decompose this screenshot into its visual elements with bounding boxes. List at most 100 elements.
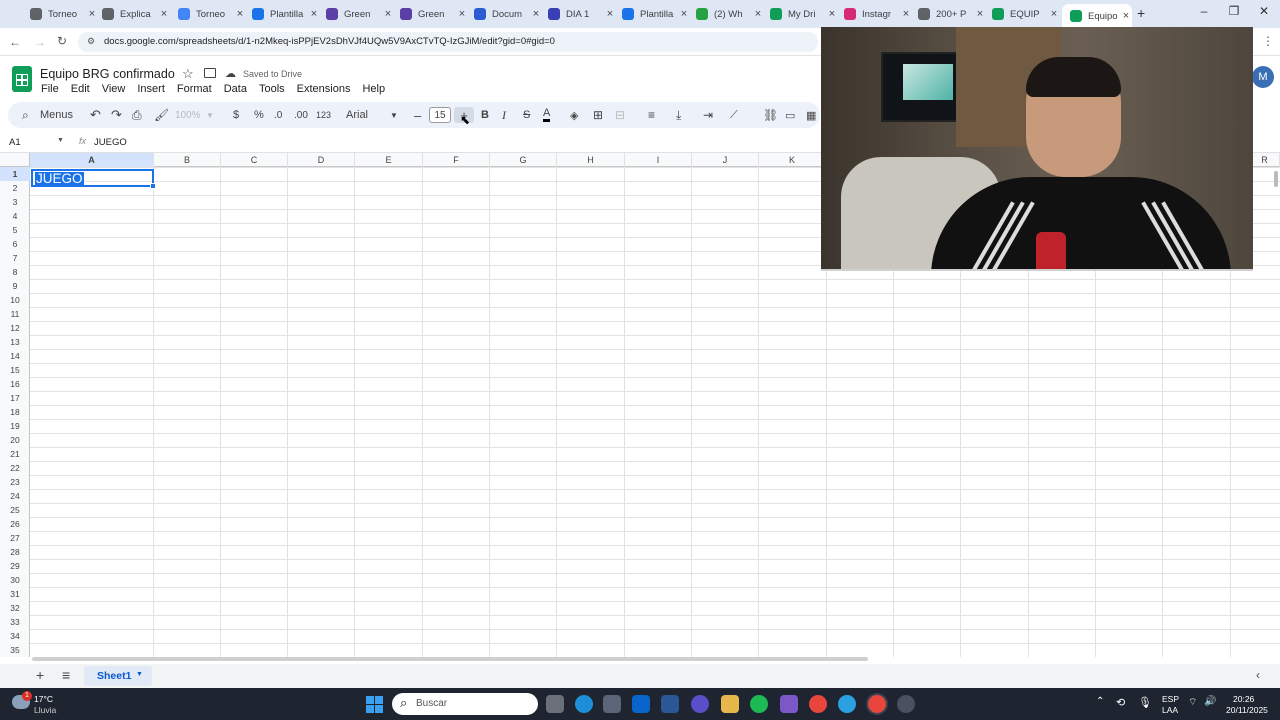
browser-tab[interactable]: DIA 1 × xyxy=(548,4,616,24)
tab-close-icon[interactable]: × xyxy=(974,8,986,20)
maximize-icon[interactable]: ❐ xyxy=(1220,4,1248,22)
clock-date[interactable]: 20/11/2025 xyxy=(1226,705,1268,715)
row-header[interactable]: 15 xyxy=(0,363,30,377)
zoom-chevron-icon[interactable]: ▼ xyxy=(206,107,214,123)
row-header[interactable]: 7 xyxy=(0,251,30,265)
tab-close-icon[interactable]: × xyxy=(826,8,838,20)
italic-button[interactable]: I xyxy=(502,107,506,123)
row-header[interactable]: 22 xyxy=(0,461,30,475)
avatar[interactable]: M xyxy=(1252,66,1274,88)
wifi-icon[interactable]: ⌔ xyxy=(1188,696,1197,709)
star-icon[interactable]: ☆ xyxy=(182,66,194,82)
word-icon[interactable] xyxy=(661,695,679,713)
tray-chevron-icon[interactable]: ⌃ xyxy=(1096,696,1104,707)
telegram-icon[interactable] xyxy=(838,695,856,713)
insert-comment-icon[interactable]: ▭ xyxy=(785,107,795,123)
row-header[interactable]: 25 xyxy=(0,503,30,517)
windows-start-icon[interactable] xyxy=(366,696,383,713)
column-header[interactable]: J xyxy=(692,153,759,167)
select-all-corner[interactable] xyxy=(0,153,30,167)
outlook-icon[interactable] xyxy=(632,695,650,713)
column-header[interactable]: K xyxy=(759,153,826,167)
vertical-align-icon[interactable]: ⤓ xyxy=(676,107,681,123)
row-header[interactable]: 6 xyxy=(0,237,30,251)
menu-data[interactable]: Data xyxy=(224,83,247,95)
menu-extensions[interactable]: Extensions xyxy=(297,83,351,95)
chrome-active-icon[interactable] xyxy=(868,695,886,713)
undo-icon[interactable]: ↶ xyxy=(90,107,101,123)
font-size-input[interactable]: 15 xyxy=(429,107,451,123)
menu-edit[interactable]: Edit xyxy=(71,83,90,95)
row-header[interactable]: 10 xyxy=(0,293,30,307)
font-select[interactable]: Arial xyxy=(346,107,368,123)
row-header[interactable]: 28 xyxy=(0,545,30,559)
row-header[interactable]: 5 xyxy=(0,223,30,237)
browser-tab[interactable]: Plantilla × xyxy=(252,4,320,24)
language-code[interactable]: ESP xyxy=(1162,694,1179,704)
menu-tools[interactable]: Tools xyxy=(259,83,285,95)
merge-cells-icon[interactable]: ⊟ xyxy=(615,107,625,123)
row-header[interactable]: 11 xyxy=(0,307,30,321)
column-header[interactable]: H xyxy=(557,153,625,167)
horizontal-scrollbar[interactable] xyxy=(32,657,1277,662)
chrome-icon[interactable] xyxy=(809,695,827,713)
minimize-icon[interactable]: – xyxy=(1190,4,1218,22)
zoom-select[interactable]: 100% xyxy=(175,107,201,123)
percent-button[interactable]: % xyxy=(254,107,264,123)
column-header[interactable]: E xyxy=(355,153,423,167)
forward-icon[interactable]: → xyxy=(34,35,46,49)
row-header[interactable]: 26 xyxy=(0,517,30,531)
tab-close-icon[interactable]: × xyxy=(158,8,170,20)
browser-tab[interactable]: Docum × xyxy=(474,4,542,24)
browser-tab[interactable]: 200+ P × xyxy=(918,4,986,24)
tab-close-icon[interactable]: × xyxy=(382,8,394,20)
row-header[interactable]: 34 xyxy=(0,629,30,643)
tab-close-icon[interactable]: × xyxy=(752,8,764,20)
redo-icon[interactable]: ↷ xyxy=(111,107,122,123)
new-tab-button[interactable]: + xyxy=(1137,5,1145,21)
row-header[interactable]: 1 xyxy=(0,167,30,181)
tab-close-icon[interactable]: × xyxy=(604,8,616,20)
column-header[interactable]: C xyxy=(221,153,288,167)
edge-icon[interactable] xyxy=(575,695,593,713)
row-header[interactable]: 13 xyxy=(0,335,30,349)
fill-handle[interactable] xyxy=(150,183,156,189)
task-view-icon[interactable] xyxy=(546,695,564,713)
row-header[interactable]: 20 xyxy=(0,433,30,447)
site-info-icon[interactable]: ⚙ xyxy=(87,36,95,47)
m365-icon[interactable] xyxy=(780,695,798,713)
menu-file[interactable]: File xyxy=(41,83,59,95)
tab-close-icon[interactable]: × xyxy=(678,8,690,20)
microphone-icon[interactable]: 🎙 xyxy=(1138,696,1152,709)
tab-close-icon[interactable]: × xyxy=(900,8,912,20)
row-header[interactable]: 17 xyxy=(0,391,30,405)
bold-button[interactable]: B xyxy=(481,107,489,123)
browser-tab[interactable]: My Dri × xyxy=(770,4,838,24)
row-header[interactable]: 8 xyxy=(0,265,30,279)
text-color-button[interactable]: A xyxy=(543,107,551,122)
doc-title[interactable]: Equipo BRG confirmado xyxy=(40,67,175,81)
number-format-button[interactable]: 123 xyxy=(316,107,331,123)
row-header[interactable]: 2 xyxy=(0,181,30,195)
all-sheets-icon[interactable]: ≡ xyxy=(62,667,70,683)
column-header[interactable]: I xyxy=(625,153,692,167)
tab-close-icon[interactable]: × xyxy=(234,8,246,20)
tab-close-icon[interactable]: × xyxy=(308,8,320,20)
browser-tab[interactable]: Green × xyxy=(400,4,468,24)
column-header[interactable]: B xyxy=(154,153,221,167)
tab-close-icon[interactable]: × xyxy=(530,8,542,20)
text-rotation-icon[interactable]: ⟋ xyxy=(730,107,738,123)
borders-icon[interactable]: ⊞ xyxy=(593,107,603,123)
url-field[interactable]: ⚙ docs.google.com/spreadsheets/d/1-n2Mke… xyxy=(78,32,818,52)
browser-menu-icon[interactable]: ⋮ xyxy=(1262,34,1274,48)
horizontal-align-icon[interactable]: ≡ xyxy=(648,107,655,123)
browser-tab[interactable]: Torneo × xyxy=(178,4,246,24)
browser-tab[interactable]: Green × xyxy=(326,4,394,24)
spotify-icon[interactable] xyxy=(750,695,768,713)
column-header[interactable]: A xyxy=(30,153,154,167)
paint-format-icon[interactable]: 🖌 xyxy=(154,107,169,123)
sync-icon[interactable]: ⟲ xyxy=(1116,696,1125,709)
column-header[interactable]: G xyxy=(490,153,557,167)
column-header[interactable]: F xyxy=(423,153,490,167)
obs-icon[interactable] xyxy=(897,695,915,713)
